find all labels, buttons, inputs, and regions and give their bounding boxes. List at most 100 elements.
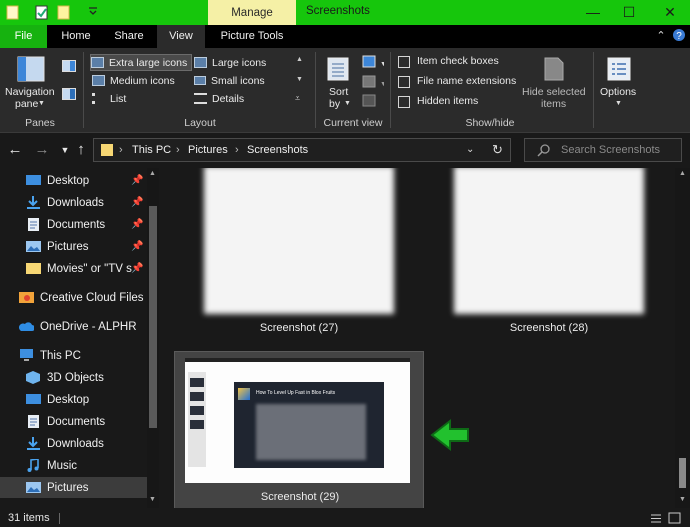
nav-item-documents[interactable]: Documents bbox=[0, 214, 148, 235]
layout-list[interactable]: List bbox=[92, 90, 126, 107]
forward-button[interactable]: → bbox=[33, 141, 51, 158]
crumb-screenshots[interactable]: Screenshots bbox=[247, 144, 308, 156]
search-input[interactable]: Search Screenshots bbox=[524, 138, 682, 162]
file-name-extensions-label: File name extensions bbox=[417, 75, 517, 87]
collapse-ribbon-icon[interactable]: ⌃ bbox=[653, 28, 669, 44]
nav-item-onedrive[interactable]: OneDrive - ALPHR bbox=[0, 316, 148, 337]
close-button[interactable]: ✕ bbox=[660, 3, 680, 21]
details-pane-icon[interactable] bbox=[62, 88, 76, 103]
sort-by-button[interactable]: Sort by ▼ bbox=[322, 54, 358, 112]
nav-item-downloads-pc[interactable]: Downloads bbox=[0, 433, 148, 454]
search-icon bbox=[537, 143, 551, 160]
large-icons-view-icon[interactable] bbox=[668, 512, 681, 527]
image-preview bbox=[204, 168, 394, 314]
tab-file[interactable]: File bbox=[0, 25, 47, 48]
nav-item-desktop-pc[interactable]: Desktop bbox=[0, 389, 148, 410]
options-button[interactable]: Options ▼ bbox=[597, 54, 641, 112]
nav-item-label: Movies" or "TV sh bbox=[47, 262, 132, 275]
scrollbar-thumb[interactable] bbox=[679, 458, 686, 488]
pin-icon[interactable]: 📌 bbox=[131, 197, 143, 208]
file-name-extensions-checkbox[interactable] bbox=[398, 76, 410, 88]
layout-details[interactable]: Details bbox=[194, 90, 244, 107]
nav-item-label: 3D Objects bbox=[47, 371, 104, 384]
new-folder-icon[interactable] bbox=[57, 4, 71, 20]
back-button[interactable]: ← bbox=[6, 141, 24, 158]
file-thumbnail[interactable]: Screenshot (28) bbox=[424, 168, 672, 336]
layout-extra-large-icons[interactable]: Extra large icons bbox=[90, 54, 193, 71]
group-by-icon[interactable]: ▼ bbox=[362, 55, 387, 72]
music-icon bbox=[26, 458, 41, 472]
maximize-button[interactable]: ☐ bbox=[619, 3, 639, 21]
layout-medium-icons[interactable]: Medium icons bbox=[92, 72, 175, 89]
layout-more-icon[interactable]: ⩡ bbox=[295, 93, 300, 104]
crumb-pictures[interactable]: Pictures bbox=[188, 144, 228, 156]
size-columns-icon[interactable] bbox=[362, 94, 384, 111]
nav-item-music[interactable]: Music bbox=[0, 455, 148, 476]
refresh-icon[interactable]: ↻ bbox=[492, 142, 503, 158]
pin-icon[interactable]: 📌 bbox=[131, 241, 143, 252]
tab-share[interactable]: Share bbox=[105, 25, 153, 48]
large-icons-icon bbox=[194, 57, 207, 68]
file-thumbnail-selected[interactable]: How To Level Up Fast in Blox Fruits Scre… bbox=[174, 351, 424, 508]
nav-item-pictures-pc[interactable]: Pictures bbox=[0, 477, 148, 498]
scrollbar-thumb[interactable] bbox=[149, 206, 157, 428]
tab-picture-tools[interactable]: Picture Tools bbox=[208, 25, 296, 48]
image-preview: How To Level Up Fast in Blox Fruits bbox=[185, 358, 410, 483]
layout-item-label: Large icons bbox=[212, 56, 267, 69]
scroll-down-icon[interactable]: ▼ bbox=[679, 496, 686, 503]
layout-small-icons[interactable]: Small icons bbox=[194, 72, 265, 89]
layout-scroll-up-icon[interactable]: ▲ bbox=[296, 56, 303, 63]
item-check-boxes-checkbox[interactable] bbox=[398, 56, 410, 68]
nav-item-label: Desktop bbox=[47, 393, 90, 406]
folder-icon bbox=[26, 262, 41, 275]
scroll-down-icon[interactable]: ▼ bbox=[149, 496, 156, 503]
preview-pane-icon[interactable] bbox=[62, 60, 76, 75]
pin-icon[interactable]: 📌 bbox=[131, 219, 143, 230]
layout-large-icons[interactable]: Large icons bbox=[194, 54, 266, 71]
content-scrollbar[interactable]: ▲ ▼ bbox=[675, 168, 690, 508]
navigation-pane-button[interactable]: Navigation pane ▼ bbox=[5, 54, 56, 112]
small-icons-icon bbox=[194, 76, 206, 85]
scroll-up-icon[interactable]: ▲ bbox=[149, 170, 156, 177]
scroll-up-icon[interactable]: ▲ bbox=[679, 170, 686, 177]
navigation-pane-label-2: pane bbox=[15, 98, 39, 110]
hide-selected-items-button[interactable]: Hide selected items bbox=[518, 54, 590, 112]
nav-pane-scrollbar[interactable]: ▲ ▼ bbox=[147, 168, 159, 508]
pin-icon[interactable]: 📌 bbox=[131, 263, 143, 274]
tab-home[interactable]: Home bbox=[52, 25, 100, 48]
nav-item-movies-folder[interactable]: Movies" or "TV sh bbox=[0, 258, 132, 279]
creative-cloud-icon bbox=[19, 291, 34, 304]
file-thumbnail[interactable]: Screenshot (27) bbox=[174, 168, 424, 336]
nav-item-desktop[interactable]: Desktop bbox=[0, 170, 148, 191]
documents-icon bbox=[26, 415, 41, 428]
pin-icon[interactable]: 📌 bbox=[131, 175, 143, 186]
address-dropdown-icon[interactable]: ⌄ bbox=[466, 144, 474, 155]
crumb-this-pc[interactable]: This PC bbox=[132, 144, 171, 156]
hidden-items-checkbox[interactable] bbox=[398, 96, 410, 108]
details-view-icon[interactable] bbox=[650, 513, 662, 527]
help-icon[interactable]: ? bbox=[671, 28, 687, 44]
nav-item-label: Documents bbox=[47, 218, 106, 231]
manage-context-tab[interactable]: Manage bbox=[208, 0, 296, 25]
svg-text:▼: ▼ bbox=[380, 81, 384, 88]
chevron-down-icon: ▼ bbox=[615, 100, 622, 107]
nav-item-this-pc[interactable]: This PC bbox=[0, 345, 148, 366]
ribbon: Navigation pane ▼ Panes Extra large icon… bbox=[0, 48, 690, 133]
add-columns-icon[interactable]: ▼ bbox=[362, 75, 387, 92]
layout-scroll-down-icon[interactable]: ▼ bbox=[296, 76, 303, 83]
address-bar[interactable]: › This PC › Pictures › Screenshots ⌄ ↻ bbox=[93, 138, 511, 162]
tab-view[interactable]: View bbox=[157, 25, 205, 48]
nav-item-downloads[interactable]: Downloads bbox=[0, 192, 148, 213]
properties-icon[interactable] bbox=[35, 4, 49, 20]
minimize-button[interactable]: — bbox=[583, 3, 603, 21]
nav-item-label: Pictures bbox=[47, 481, 89, 494]
nav-item-3d-objects[interactable]: 3D Objects bbox=[0, 367, 148, 388]
window-title: Screenshots bbox=[306, 5, 370, 17]
up-button[interactable]: ↑ bbox=[72, 141, 90, 158]
panes-group-label: Panes bbox=[25, 117, 55, 129]
nav-item-creative-cloud-files[interactable]: Creative Cloud Files bbox=[0, 287, 148, 308]
navigation-pane: Desktop 📌 Downloads 📌 Documents 📌 Pictur… bbox=[0, 168, 160, 508]
customize-toolbar-icon[interactable] bbox=[88, 6, 102, 22]
nav-item-pictures[interactable]: Pictures bbox=[0, 236, 148, 257]
nav-item-documents-pc[interactable]: Documents bbox=[0, 411, 148, 432]
